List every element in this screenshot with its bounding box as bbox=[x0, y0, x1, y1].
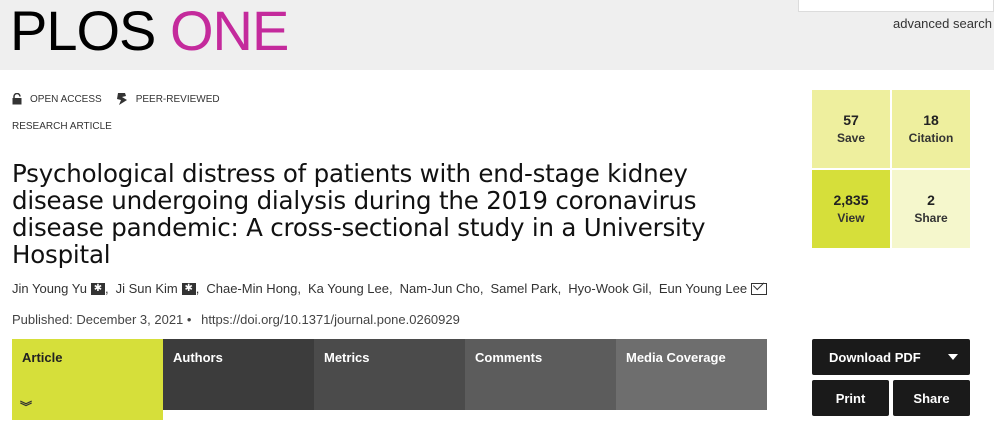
tab-comments[interactable]: Comments bbox=[465, 339, 616, 410]
published-date: Published: December 3, 2021 bbox=[12, 312, 184, 327]
peer-reviewed-label: PEER-REVIEWED bbox=[135, 93, 220, 105]
author-item[interactable]: Nam-Jun Cho bbox=[400, 281, 480, 296]
site-header: PLOS ONE advanced search bbox=[0, 0, 994, 70]
metric-share[interactable]: 2 Share bbox=[892, 170, 970, 248]
author-item[interactable]: Jin Young Yu ✱ bbox=[12, 281, 105, 296]
author-name[interactable]: Jin Young Yu bbox=[12, 281, 87, 296]
metric-label: Share bbox=[914, 211, 948, 225]
author-item[interactable]: Eun Young Lee bbox=[659, 281, 768, 296]
article-type: RESEARCH ARTICLE bbox=[12, 121, 112, 132]
metric-value: 57 bbox=[843, 112, 859, 128]
share-button[interactable]: Share bbox=[893, 380, 970, 416]
print-button[interactable]: Print bbox=[812, 380, 889, 416]
author-list: Jin Young Yu ✱ , Ji Sun Kim ✱ , Chae-Min… bbox=[12, 281, 768, 296]
tab-label: Metrics bbox=[324, 350, 370, 365]
author-item[interactable]: Hyo-Wook Gil bbox=[568, 281, 648, 296]
open-access-badge[interactable]: OPEN ACCESS bbox=[12, 93, 102, 105]
equal-contribution-icon[interactable]: ✱ bbox=[90, 282, 105, 295]
article-title: Psychological distress of patients with … bbox=[12, 159, 706, 269]
metric-label: View bbox=[837, 211, 865, 225]
tab-label: Article bbox=[22, 350, 63, 365]
download-pdf-label: Download PDF bbox=[829, 349, 921, 365]
article-metrics: 57 Save 18 Citation 2,835 View 2 Share bbox=[812, 90, 972, 250]
unlock-icon bbox=[12, 93, 22, 105]
author-item[interactable]: Ka Young Lee bbox=[308, 281, 389, 296]
article-badges: OPEN ACCESS PEER-REVIEWED bbox=[12, 92, 234, 106]
metric-value: 2,835 bbox=[833, 192, 869, 208]
article-tabs: Article ︾ Authors Metrics Comments Media… bbox=[12, 339, 767, 420]
author-name[interactable]: Chae-Min Hong bbox=[206, 281, 297, 296]
metric-value: 18 bbox=[923, 112, 939, 128]
metric-view[interactable]: 2,835 View bbox=[812, 170, 890, 248]
author-name[interactable]: Ji Sun Kim bbox=[116, 281, 178, 296]
tab-label: Authors bbox=[173, 350, 223, 365]
author-name[interactable]: Samel Park bbox=[490, 281, 557, 296]
author-name[interactable]: Hyo-Wook Gil bbox=[568, 281, 648, 296]
plos-one-logo[interactable]: PLOS ONE bbox=[10, 0, 289, 62]
logo-plos: PLOS bbox=[10, 0, 156, 62]
double-chevron-down-icon: ︾ bbox=[20, 400, 33, 414]
open-access-label: OPEN ACCESS bbox=[30, 93, 102, 105]
logo-one: ONE bbox=[169, 0, 289, 62]
metric-value: 2 bbox=[927, 192, 935, 208]
metric-citation[interactable]: 18 Citation bbox=[892, 90, 970, 168]
advanced-search-link[interactable]: advanced search bbox=[893, 16, 992, 31]
publication-info: Published: December 3, 2021 • https://do… bbox=[12, 312, 460, 327]
peer-review-icon bbox=[116, 93, 127, 105]
tab-label: Media Coverage bbox=[626, 350, 726, 365]
metric-save[interactable]: 57 Save bbox=[812, 90, 890, 168]
tab-media-coverage[interactable]: Media Coverage bbox=[616, 339, 767, 410]
peer-reviewed-badge[interactable]: PEER-REVIEWED bbox=[116, 92, 220, 106]
author-item[interactable]: Ji Sun Kim ✱ bbox=[116, 281, 196, 296]
author-name[interactable]: Ka Young Lee bbox=[308, 281, 389, 296]
author-name[interactable]: Nam-Jun Cho bbox=[400, 281, 480, 296]
search-input[interactable] bbox=[798, 0, 994, 12]
tab-metrics[interactable]: Metrics bbox=[314, 339, 465, 410]
author-item[interactable]: Chae-Min Hong bbox=[206, 281, 297, 296]
download-pdf-button[interactable]: Download PDF bbox=[812, 339, 970, 375]
corresponding-author-mail-icon[interactable] bbox=[751, 282, 768, 295]
tab-label: Comments bbox=[475, 350, 543, 365]
author-name[interactable]: Eun Young Lee bbox=[659, 281, 747, 296]
doi-link[interactable]: https://doi.org/10.1371/journal.pone.026… bbox=[201, 312, 460, 327]
metric-label: Citation bbox=[908, 131, 954, 145]
tab-article[interactable]: Article ︾ bbox=[12, 339, 163, 420]
caret-down-icon[interactable] bbox=[948, 354, 958, 360]
tab-authors[interactable]: Authors bbox=[163, 339, 314, 410]
equal-contribution-icon[interactable]: ✱ bbox=[181, 282, 196, 295]
author-item[interactable]: Samel Park bbox=[490, 281, 557, 296]
metric-label: Save bbox=[836, 131, 866, 145]
